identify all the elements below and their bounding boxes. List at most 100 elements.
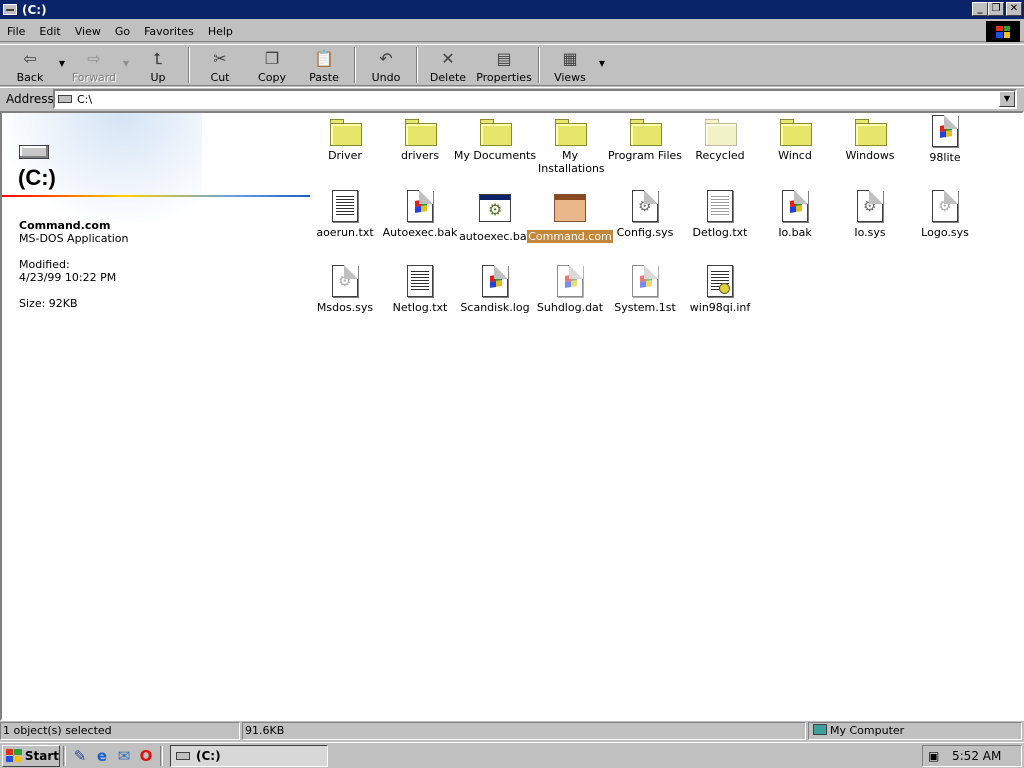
file-item[interactable]: Io.bak — [757, 190, 833, 239]
hard-drive-icon — [19, 145, 49, 159]
views-button[interactable]: ▦ Views — [544, 45, 596, 85]
taskbar-window-button[interactable]: (C:) — [170, 744, 328, 767]
views-grid-icon: ▦ — [562, 49, 578, 68]
folder-item[interactable]: Program Files — [607, 117, 683, 162]
system-file-icon — [932, 190, 958, 222]
folder-icon — [629, 117, 662, 146]
file-item[interactable]: Autoexec.bak — [382, 190, 458, 239]
forward-dropdown[interactable]: ▼ — [120, 45, 132, 68]
paste-button[interactable]: 📋 Paste — [298, 45, 350, 85]
file-view[interactable]: (C:) Command.com MS-DOS Application Modi… — [0, 111, 1024, 721]
file-label: Wincd — [778, 149, 812, 162]
outlook-express-icon[interactable]: ✉ — [114, 746, 134, 766]
menu-view[interactable]: View — [68, 25, 108, 38]
file-label: Autoexec.bak — [382, 226, 458, 239]
file-item[interactable]: Config.sys — [607, 190, 683, 239]
file-item[interactable]: Scandisk.log — [457, 265, 533, 314]
file-label: Windows — [845, 149, 895, 162]
forward-label: Forward — [71, 71, 117, 84]
file-label: Io.sys — [854, 226, 886, 239]
copy-button[interactable]: ❐ Copy — [246, 45, 298, 85]
selected-file-size: Size: 92KB — [19, 297, 78, 310]
folder-item[interactable]: My Documents — [454, 117, 536, 162]
restore-button[interactable]: ❐ — [988, 2, 1004, 16]
folder-item[interactable]: Windows — [832, 117, 908, 162]
folder-item[interactable]: drivers — [382, 117, 458, 162]
back-button[interactable]: ⇦ Back — [4, 45, 56, 85]
file-label: aoerun.txt — [316, 226, 374, 239]
scheduler-icon[interactable]: ▣ — [928, 749, 944, 763]
toolbar: ⇦ Back ▼ ⇨ Forward ▼ ⮤ Up ✂ Cut ❐ Copy 📋… — [0, 44, 1024, 86]
file-label: Detlog.txt — [692, 226, 748, 239]
windows-file-icon — [932, 115, 958, 147]
close-button[interactable]: ✕ — [1006, 2, 1022, 16]
batch-file-icon — [479, 194, 511, 222]
address-label: Address — [6, 91, 54, 106]
taskbar-separator — [160, 745, 163, 766]
file-label: Msdos.sys — [316, 301, 374, 314]
file-item[interactable]: autoexec.bat — [457, 194, 533, 243]
file-label: drivers — [400, 149, 440, 162]
system-file-icon — [632, 190, 658, 222]
drive-icon — [176, 751, 190, 760]
status-size: 91.6KB — [242, 722, 806, 740]
menu-file[interactable]: File — [0, 25, 32, 38]
file-label: 98lite — [929, 151, 961, 164]
clock[interactable]: 5:52 AM — [952, 749, 1001, 763]
show-desktop-icon[interactable]: ✎ — [70, 746, 90, 766]
internet-explorer-icon[interactable]: e — [92, 746, 112, 766]
address-field[interactable]: C:\ ▼ — [53, 89, 1017, 109]
folder-item[interactable]: Wincd — [757, 117, 833, 162]
windows-file-icon — [407, 190, 433, 222]
folder-icon — [704, 117, 737, 146]
file-item[interactable]: aoerun.txt — [307, 190, 383, 239]
folder-item[interactable]: My Installations — [532, 117, 608, 175]
cut-button[interactable]: ✂ Cut — [194, 45, 246, 85]
properties-button[interactable]: ▤ Properties — [474, 45, 534, 85]
properties-icon: ▤ — [496, 49, 512, 68]
undo-button[interactable]: ↶ Undo — [360, 45, 412, 85]
menu-help[interactable]: Help — [201, 25, 240, 38]
views-dropdown[interactable]: ▼ — [596, 45, 608, 68]
start-button[interactable]: Start — [2, 744, 60, 767]
windows-file-icon — [482, 265, 508, 297]
minimize-button[interactable]: _ — [972, 2, 988, 16]
drive-icon — [58, 95, 72, 103]
window-title: (C:) — [22, 2, 47, 17]
delete-x-icon: ✕ — [441, 49, 455, 68]
address-dropdown-button[interactable]: ▼ — [999, 91, 1015, 107]
msdos-app-icon — [554, 194, 586, 222]
file-label: win98qi.inf — [689, 301, 751, 314]
file-item[interactable]: win98qi.inf — [682, 265, 758, 314]
forward-arrow-icon: ⇨ — [87, 49, 101, 68]
file-item[interactable]: Msdos.sys — [307, 265, 383, 314]
folder-icon — [554, 117, 587, 146]
file-item[interactable]: Detlog.txt — [682, 190, 758, 239]
menu-favorites[interactable]: Favorites — [137, 25, 201, 38]
setup-info-file-icon — [707, 265, 733, 297]
opera-icon[interactable]: O — [136, 746, 156, 766]
address-bar: Address C:\ ▼ — [0, 87, 1024, 109]
back-dropdown[interactable]: ▼ — [56, 45, 68, 68]
folder-item[interactable]: Driver — [307, 117, 383, 162]
delete-button[interactable]: ✕ Delete — [422, 45, 474, 85]
toolbar-separator — [538, 47, 540, 83]
folder-item[interactable]: Recycled — [682, 117, 758, 162]
file-item[interactable]: Suhdlog.dat — [532, 265, 608, 314]
menu-edit[interactable]: Edit — [32, 25, 67, 38]
info-pane-rule — [2, 195, 310, 197]
file-item[interactable]: Io.sys — [832, 190, 908, 239]
file-item[interactable]: System.1st — [607, 265, 683, 314]
menu-bar: File Edit View Go Favorites Help — [0, 21, 1024, 42]
file-item[interactable]: Logo.sys — [907, 190, 983, 239]
menu-go[interactable]: Go — [108, 25, 137, 38]
up-button[interactable]: ⮤ Up — [132, 45, 184, 85]
title-bar[interactable]: (C:) _ ❐ ✕ — [0, 0, 1024, 19]
file-item[interactable]: Netlog.txt — [382, 265, 458, 314]
forward-button[interactable]: ⇨ Forward — [68, 45, 120, 85]
text-file-icon — [707, 190, 733, 222]
drive-icon — [3, 4, 17, 15]
file-item[interactable]: 98lite — [907, 115, 983, 164]
file-item-selected[interactable]: Command.com — [527, 194, 613, 243]
windows-flag-icon — [6, 749, 22, 762]
